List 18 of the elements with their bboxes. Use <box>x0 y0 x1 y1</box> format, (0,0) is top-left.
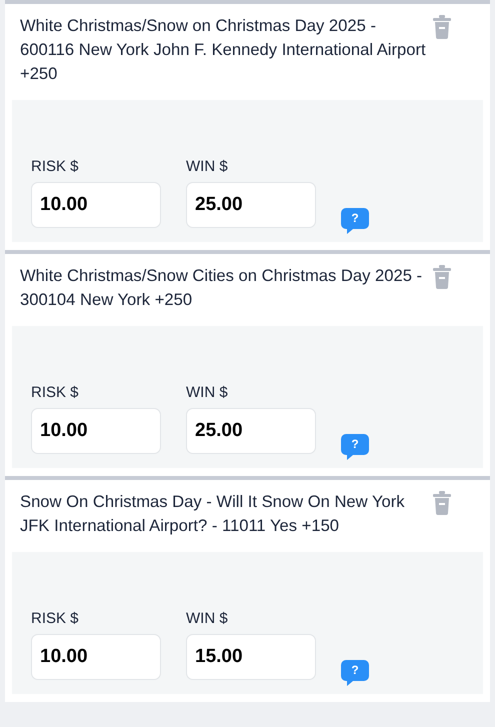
bet-title: Snow On Christmas Day - Will It Snow On New York JFK International Airport? - 11011 Yes +150 <box>20 491 406 537</box>
trash-icon[interactable] <box>432 15 452 39</box>
win-label: WIN $ <box>186 158 229 175</box>
win-label: WIN $ <box>186 610 229 627</box>
bet-title: White Christmas/Snow Cities on Christmas Day 2025 - 300104 New York +250 <box>20 265 424 311</box>
risk-label: RISK $ <box>31 610 80 627</box>
trash-icon[interactable] <box>432 491 452 515</box>
risk-label: RISK $ <box>31 158 80 175</box>
win-input[interactable]: 15.00 <box>186 634 316 680</box>
win-input[interactable]: 25.00 <box>186 408 316 454</box>
win-label: WIN $ <box>186 384 229 401</box>
risk-input[interactable]: 10.00 <box>31 634 161 680</box>
trash-icon[interactable] <box>432 265 452 289</box>
risk-input[interactable]: 10.00 <box>31 408 161 454</box>
risk-label: RISK $ <box>31 384 80 401</box>
risk-input[interactable]: 10.00 <box>31 182 161 228</box>
bet-title: White Christmas/Snow on Christmas Day 2025 - 600116 New York John F. Kennedy International Airport +250 <box>20 15 427 85</box>
win-input[interactable]: 25.00 <box>186 182 316 228</box>
